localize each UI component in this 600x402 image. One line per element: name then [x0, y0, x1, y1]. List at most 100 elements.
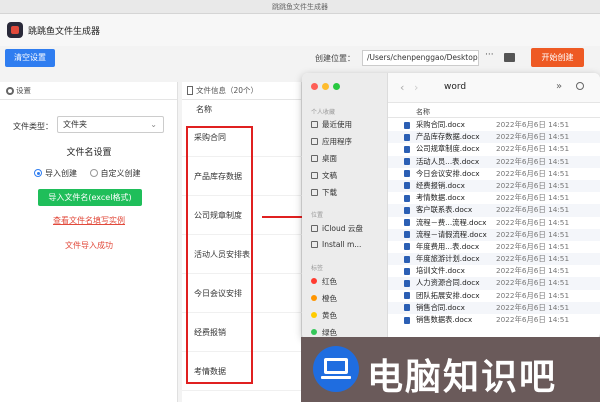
sidebar-item-recent[interactable]: 最近使用 [311, 119, 352, 130]
sidebar-item-label: 文稿 [322, 171, 337, 180]
laptop-base-shape [321, 376, 351, 379]
table-row[interactable]: 年度旅游计划.docx 2022年6月6日 14:51 [388, 253, 600, 266]
forward-icon[interactable]: › [414, 81, 418, 94]
sidebar-item-documents[interactable]: 文稿 [311, 170, 337, 181]
sidebar-item-label: Install m... [322, 240, 362, 249]
sidebar-item-label: 应用程序 [322, 137, 352, 146]
file-name: 年度费用...表.docx [416, 241, 480, 251]
sidebar-section-tags: 标签 [311, 265, 324, 272]
table-row[interactable]: 考情数据.docx 2022年6月6日 14:51 [388, 192, 600, 204]
finder-folder-title: word [444, 82, 467, 92]
name-column-header: 名称 [196, 105, 212, 114]
table-row[interactable]: 团队拓展安排.docx 2022年6月6日 14:51 [388, 290, 600, 302]
file-name: 考情数据.docx [416, 193, 465, 203]
folder-icon[interactable] [504, 53, 515, 62]
watermark-banner: 电脑知识吧 [301, 337, 600, 402]
word-doc-icon [404, 292, 410, 300]
sidebar-tag-red[interactable]: 红色 [311, 276, 337, 287]
sidebar-section-favorites: 个人收藏 [311, 109, 336, 116]
table-row[interactable]: 产品库存数据.docx 2022年6月6日 14:51 [388, 131, 600, 144]
path-input[interactable]: /Users/chenpenggao/Desktop [362, 50, 479, 66]
file-date: 2022年6月6日 14:51 [496, 132, 570, 142]
chevron-more-icon[interactable]: » [556, 81, 562, 92]
radio-import[interactable]: 导入创建 [34, 169, 77, 178]
finder-toolbar: ‹ › word » [388, 73, 600, 103]
search-icon[interactable] [576, 82, 584, 90]
finder-sidebar: 个人收藏 最近使用 应用程序 桌面 文稿 下载 位置 iCloud 云盘 Ins… [302, 73, 388, 339]
file-type-select[interactable]: 文件夹 ⌄ [57, 116, 164, 133]
sidebar-item-label: 橙色 [322, 294, 337, 303]
sidebar-item-downloads[interactable]: 下载 [311, 187, 337, 198]
table-row[interactable]: 流程－费...流程.docx 2022年6月6日 14:51 [388, 217, 600, 229]
app-logo-icon [7, 22, 23, 38]
table-row[interactable]: 销售合同.docx 2022年6月6日 14:51 [388, 301, 600, 314]
file-name: 经费报销.docx [416, 180, 465, 190]
file-date: 2022年6月6日 14:51 [496, 156, 570, 166]
file-name: 采购合同.docx [416, 120, 465, 129]
sidebar-item-applications[interactable]: 应用程序 [311, 136, 352, 147]
table-row[interactable]: 销售数据表.docx 2022年6月6日 14:51 [388, 314, 600, 326]
more-options-button[interactable]: ··· [485, 50, 494, 60]
sidebar-tag-yellow[interactable]: 黄色 [311, 310, 337, 321]
file-date: 2022年6月6日 14:51 [496, 180, 570, 190]
table-row[interactable]: 人力资源合同.docx 2022年6月6日 14:51 [388, 277, 600, 290]
word-doc-icon [404, 279, 410, 287]
finder-window: 个人收藏 最近使用 应用程序 桌面 文稿 下载 位置 iCloud 云盘 Ins… [302, 73, 600, 339]
finder-column-header: 名称 [388, 103, 600, 118]
table-row[interactable]: 客户联系表.docx 2022年6月6日 14:51 [388, 204, 600, 217]
file-name: 培训文件.docx [416, 266, 465, 276]
file-date: 2022年6月6日 14:51 [496, 302, 570, 312]
file-date: 2022年6月6日 14:51 [496, 241, 570, 251]
file-name: 公司规章制度.docx [416, 144, 480, 154]
table-row[interactable]: 流程－请假流程.docx 2022年6月6日 14:51 [388, 228, 600, 241]
document-icon [187, 86, 193, 95]
table-row[interactable]: 采购合同.docx 2022年6月6日 14:51 [388, 119, 600, 131]
file-type-label: 文件类型： [13, 122, 53, 131]
table-row[interactable]: 年度费用...表.docx 2022年6月6日 14:51 [388, 241, 600, 253]
file-date: 2022年6月6日 14:51 [496, 315, 570, 324]
minimize-window-button[interactable] [322, 83, 329, 90]
sidebar-item-label: 下载 [322, 188, 337, 197]
word-doc-icon [404, 255, 410, 263]
back-icon[interactable]: ‹ [400, 81, 404, 94]
radio-custom[interactable]: 自定义创建 [89, 169, 141, 178]
sidebar-tag-orange[interactable]: 橙色 [311, 293, 337, 304]
table-row[interactable]: 培训文件.docx 2022年6月6日 14:51 [388, 265, 600, 277]
clock-icon [311, 121, 318, 128]
radio-custom-dot[interactable] [89, 169, 98, 177]
highlight-box [186, 126, 253, 384]
sidebar-section-locations: 位置 [311, 212, 324, 219]
file-date: 2022年6月6日 14:51 [496, 254, 570, 264]
tag-dot-icon [311, 295, 317, 301]
file-info-header: 文件信息（20个） [182, 82, 301, 100]
example-link[interactable]: 查看文件名填写实例 [0, 215, 178, 226]
file-type-value: 文件夹 [63, 120, 87, 129]
import-filenames-button[interactable]: 导入文件名(excel格式) [38, 189, 142, 206]
close-window-button[interactable] [311, 83, 318, 90]
word-doc-icon [404, 219, 410, 226]
sidebar-item-icloud[interactable]: iCloud 云盘 [311, 223, 363, 234]
table-row[interactable]: 经费报销.docx 2022年6月6日 14:51 [388, 179, 600, 193]
name-column-header[interactable]: 名称 [416, 107, 430, 117]
word-doc-icon [404, 304, 410, 312]
table-row[interactable]: 今日会议安排.docx 2022年6月6日 14:51 [388, 168, 600, 180]
radio-import-label: 导入创建 [45, 169, 77, 178]
sidebar-item-desktop[interactable]: 桌面 [311, 153, 337, 164]
word-doc-icon [404, 267, 410, 275]
file-date: 2022年6月6日 14:51 [496, 120, 570, 129]
file-name: 销售合同.docx [416, 302, 465, 312]
sidebar-item-label: 桌面 [322, 154, 337, 163]
sidebar-item-install[interactable]: Install m... [311, 240, 361, 249]
word-doc-icon [404, 243, 410, 251]
table-row[interactable]: 公司规章制度.docx 2022年6月6日 14:51 [388, 143, 600, 155]
radio-custom-label: 自定义创建 [100, 169, 141, 178]
file-date: 2022年6月6日 14:51 [496, 217, 570, 227]
file-name: 人力资源合同.docx [416, 278, 480, 288]
zoom-window-button[interactable] [333, 83, 340, 90]
word-doc-icon [404, 145, 410, 153]
word-doc-icon [404, 133, 410, 141]
table-row[interactable]: 活动人员...表.docx 2022年6月6日 14:51 [388, 155, 600, 168]
start-create-button[interactable]: 开始创建 [531, 48, 584, 67]
clear-settings-button[interactable]: 清空设置 [5, 49, 55, 67]
radio-import-dot[interactable] [34, 169, 42, 177]
